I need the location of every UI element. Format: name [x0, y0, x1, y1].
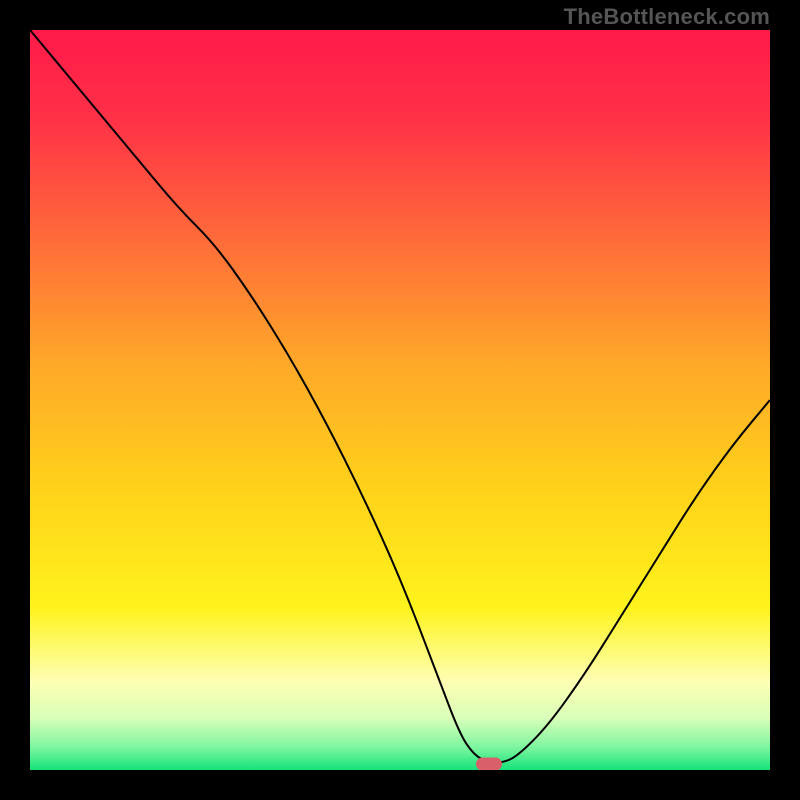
plot-area	[30, 30, 770, 770]
curve-layer	[30, 30, 770, 770]
watermark-text: TheBottleneck.com	[564, 4, 770, 30]
bottleneck-curve	[30, 30, 770, 763]
optimal-marker	[476, 758, 502, 770]
chart-frame: TheBottleneck.com	[0, 0, 800, 800]
